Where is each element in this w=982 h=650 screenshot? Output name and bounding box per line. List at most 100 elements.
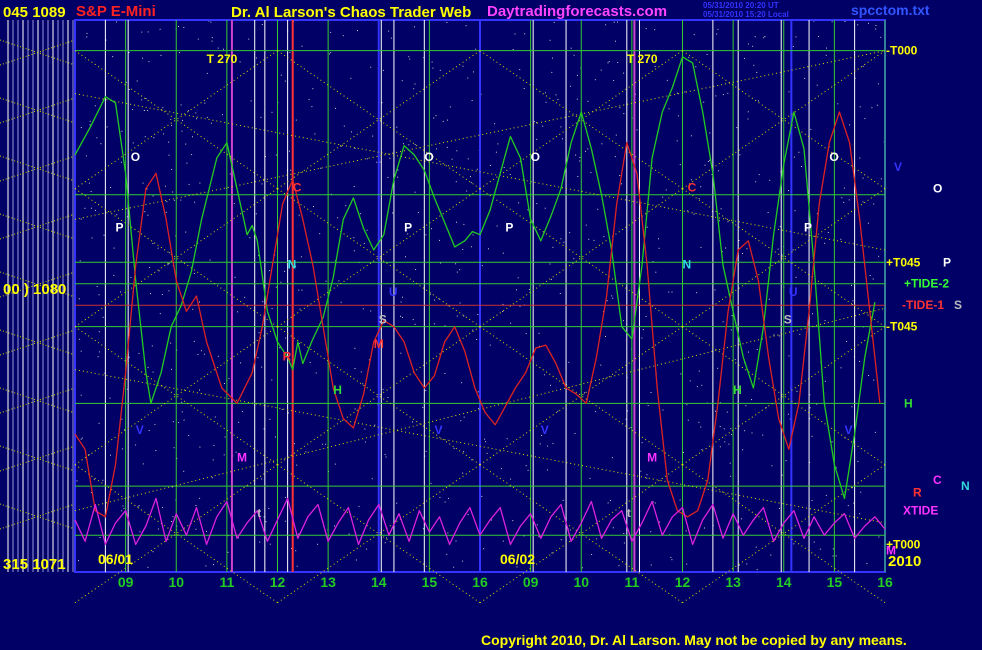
star-dot — [386, 537, 387, 539]
star-dot — [354, 347, 356, 349]
star-dot — [211, 37, 213, 39]
star-dot — [862, 177, 864, 179]
star-dot — [812, 313, 813, 315]
star-dot — [825, 494, 827, 496]
star-dot — [433, 323, 435, 325]
star-dot — [524, 33, 526, 35]
star-dot — [366, 158, 368, 160]
star-dot — [371, 478, 373, 480]
turn-label: C — [688, 181, 697, 195]
price-bottom-left: 315 1071 — [3, 556, 66, 573]
star-dot — [435, 115, 437, 117]
star-dot — [317, 543, 318, 545]
x-tick-label: 10 — [168, 574, 184, 590]
star-dot — [536, 524, 538, 526]
star-dot — [431, 228, 432, 230]
star-dot — [748, 351, 749, 353]
star-dot — [149, 267, 151, 268]
star-dot — [738, 564, 740, 566]
star-dot — [210, 122, 212, 124]
star-dot — [636, 129, 638, 131]
turn-label: O — [424, 150, 433, 164]
star-dot — [844, 21, 846, 22]
star-dot — [811, 500, 813, 501]
star-dot — [223, 48, 224, 50]
star-dot — [813, 541, 815, 543]
star-dot — [576, 74, 578, 76]
star-dot — [714, 289, 716, 291]
star-dot — [707, 161, 709, 162]
star-dot — [402, 296, 403, 298]
star-dot — [158, 270, 160, 272]
star-dot — [538, 332, 540, 334]
star-dot — [447, 532, 449, 534]
star-dot — [462, 472, 464, 474]
star-dot — [679, 164, 681, 166]
star-dot — [811, 435, 813, 437]
star-dot — [453, 566, 455, 568]
star-dot — [494, 123, 496, 125]
star-dot — [261, 183, 263, 185]
star-dot — [502, 311, 504, 312]
star-dot — [285, 337, 287, 339]
star-dot — [143, 110, 145, 111]
star-dot — [453, 447, 455, 449]
star-dot — [261, 366, 263, 368]
star-dot — [804, 77, 806, 79]
star-dot — [447, 119, 448, 121]
star-dot — [370, 66, 372, 68]
star-dot — [188, 183, 190, 185]
star-dot — [271, 308, 273, 310]
star-dot — [173, 447, 175, 449]
right-label: XTIDE — [903, 504, 938, 518]
star-dot — [414, 83, 416, 85]
x-tick-label: 16 — [472, 574, 488, 590]
star-dot — [183, 27, 185, 28]
star-dot — [414, 191, 416, 193]
star-dot — [213, 564, 214, 566]
star-dot — [319, 233, 321, 235]
star-dot — [195, 112, 197, 114]
star-dot — [389, 157, 391, 159]
star-dot — [320, 167, 322, 169]
star-dot — [350, 77, 352, 79]
star-dot — [752, 45, 754, 47]
star-dot — [693, 34, 695, 36]
star-dot — [387, 397, 389, 398]
x-tick-label: 10 — [573, 574, 589, 590]
star-dot — [848, 199, 850, 201]
star-dot — [466, 190, 468, 192]
star-dot — [161, 294, 163, 295]
star-dot — [185, 231, 187, 233]
star-dot — [106, 126, 108, 128]
star-dot — [281, 409, 283, 410]
star-dot — [880, 36, 882, 38]
star-dot — [623, 542, 625, 544]
star-dot — [98, 331, 100, 333]
star-dot — [770, 554, 772, 556]
star-dot — [436, 148, 437, 150]
star-dot — [313, 206, 314, 207]
star-dot — [809, 407, 811, 409]
star-dot — [758, 174, 760, 176]
star-dot — [613, 21, 615, 23]
star-dot — [615, 40, 616, 42]
star-dot — [497, 143, 499, 145]
x-tick-label: 15 — [827, 574, 843, 590]
star-dot — [248, 38, 250, 40]
star-dot — [730, 428, 732, 430]
star-dot — [456, 221, 457, 223]
star-dot — [183, 419, 185, 421]
star-dot — [400, 301, 402, 303]
star-dot — [851, 406, 853, 408]
star-dot — [680, 373, 682, 375]
star-dot — [552, 246, 554, 248]
star-dot — [265, 521, 267, 523]
x-tick-label: 16 — [877, 574, 893, 590]
star-dot — [203, 353, 205, 355]
star-dot — [206, 72, 208, 74]
star-dot — [729, 462, 731, 464]
star-dot — [439, 496, 441, 498]
star-dot — [781, 254, 783, 256]
star-dot — [851, 285, 852, 286]
